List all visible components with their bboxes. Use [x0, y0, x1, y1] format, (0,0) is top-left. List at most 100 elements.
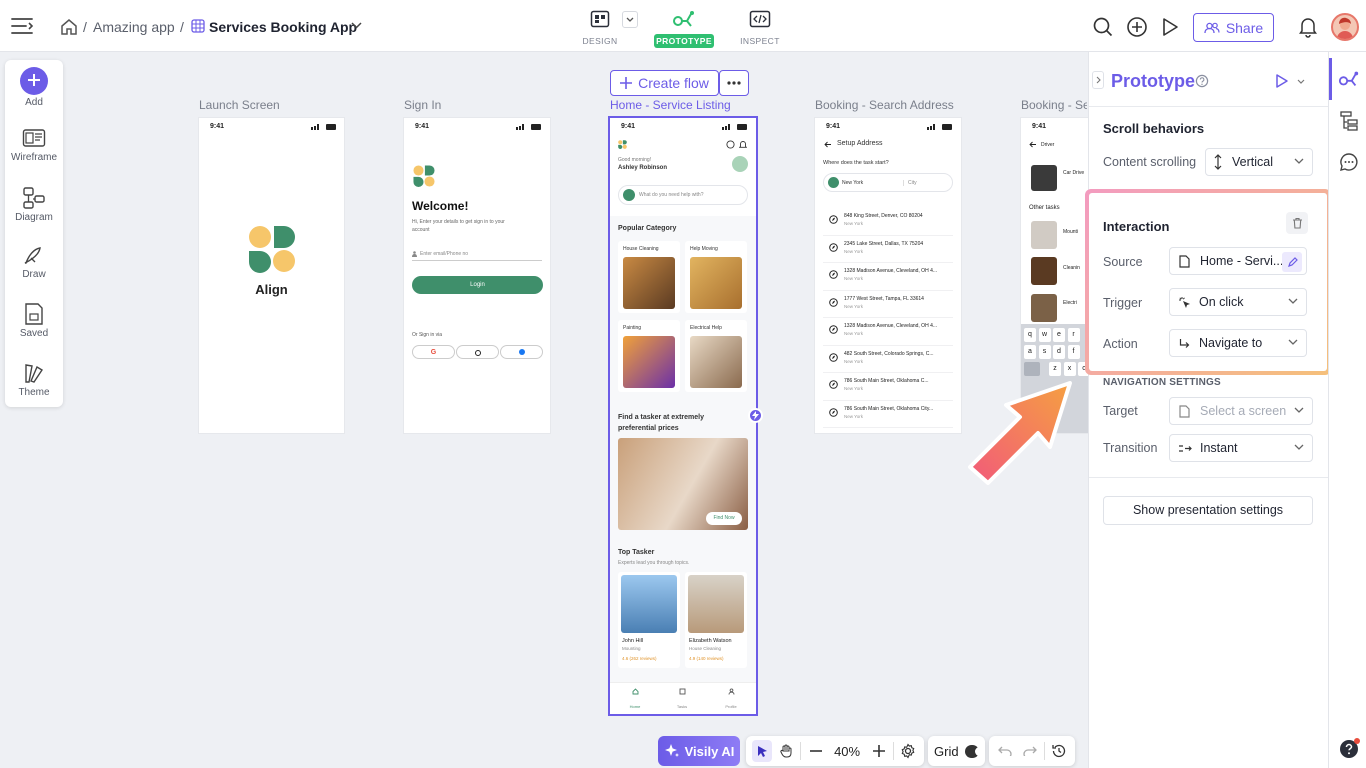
- frame-sign-in[interactable]: 9:41 Welcome! Hi, Enter your details to …: [404, 118, 550, 433]
- keyboard-key[interactable]: a: [1024, 345, 1036, 359]
- trash-icon[interactable]: [1286, 212, 1308, 234]
- frame-launch-screen[interactable]: 9:41 Align: [199, 118, 344, 433]
- hand-icon[interactable]: [776, 740, 796, 762]
- saved-tool[interactable]: Saved: [5, 302, 63, 339]
- zoom-level[interactable]: 40%: [830, 744, 865, 759]
- keyboard-key[interactable]: e: [1053, 328, 1065, 342]
- help-icon[interactable]: [1195, 74, 1209, 88]
- diagram-tool[interactable]: Diagram: [5, 186, 63, 223]
- address-item[interactable]: 1328 Madison Avenue, Cleveland, OH 4... N…: [823, 263, 953, 291]
- keyboard-key[interactable]: q: [1024, 328, 1036, 342]
- keyboard-key[interactable]: r: [1067, 328, 1080, 342]
- nav-profile[interactable]: Profile: [724, 688, 738, 713]
- comment-icon[interactable]: [1339, 152, 1359, 172]
- avatar[interactable]: [1331, 13, 1359, 41]
- login-button[interactable]: Login: [412, 276, 543, 294]
- action-select[interactable]: Navigate to: [1169, 329, 1307, 357]
- category-card[interactable]: House Cleaning: [618, 241, 680, 313]
- bell-icon[interactable]: [1296, 15, 1320, 39]
- breadcrumb-project[interactable]: Amazing app: [93, 19, 175, 35]
- address-item[interactable]: 786 South Main Street, Oklahoma C... New …: [823, 373, 953, 401]
- flash-icon[interactable]: [748, 408, 763, 423]
- theme-tool[interactable]: Theme: [5, 361, 63, 398]
- avatar[interactable]: [732, 156, 748, 172]
- zoom-in-icon[interactable]: [869, 740, 889, 762]
- content-scrolling-select[interactable]: Vertical: [1205, 148, 1313, 176]
- find-now-button[interactable]: Find Now: [706, 512, 742, 525]
- wireframe-tool[interactable]: Wireframe: [5, 128, 63, 163]
- breadcrumb-file[interactable]: Services Booking App: [209, 19, 357, 35]
- frame-label-signin[interactable]: Sign In: [404, 98, 441, 112]
- grid-toggle[interactable]: Grid: [928, 736, 985, 766]
- collapse-panel-icon[interactable]: [1092, 71, 1104, 89]
- bell-icon[interactable]: [739, 140, 747, 149]
- city-search-input[interactable]: New York City: [823, 173, 953, 192]
- address-item[interactable]: 482 South Street, Colorado Springs, C...…: [823, 346, 953, 373]
- category-card[interactable]: Painting: [618, 320, 680, 392]
- more-options-icon[interactable]: [719, 70, 749, 96]
- edit-pencil-icon[interactable]: [1282, 252, 1302, 272]
- address-item[interactable]: 848 King Street, Denver, CO 80204 New Yor…: [823, 208, 953, 236]
- keyboard-key[interactable]: z: [1049, 362, 1061, 376]
- frame-label-home[interactable]: Home - Service Listing: [610, 98, 731, 112]
- design-dropdown-icon[interactable]: [622, 11, 638, 28]
- home-icon[interactable]: [60, 18, 78, 35]
- keyboard-key[interactable]: w: [1038, 328, 1051, 342]
- frame-label-address[interactable]: Booking - Search Address: [815, 98, 954, 112]
- share-button[interactable]: Share: [1193, 13, 1274, 42]
- target-select[interactable]: Select a screen: [1169, 397, 1313, 425]
- email-field[interactable]: Enter email/Phone no: [412, 247, 542, 261]
- grid-switch[interactable]: [964, 744, 984, 758]
- trigger-select[interactable]: On click: [1169, 288, 1307, 316]
- back-arrow-icon[interactable]: [824, 141, 832, 148]
- layers-icon[interactable]: [1340, 111, 1358, 131]
- google-sign-in-button[interactable]: G: [412, 345, 455, 359]
- chevron-down-icon[interactable]: [351, 22, 362, 30]
- frame-home-service-listing[interactable]: 9:41 Good morning! Ashley Robinson What …: [610, 118, 756, 714]
- address-item[interactable]: 786 South Main Street, Oklahoma City... N…: [823, 401, 953, 428]
- chat-icon[interactable]: [726, 140, 735, 149]
- pointer-icon[interactable]: [752, 740, 773, 762]
- keyboard-key[interactable]: s: [1038, 345, 1051, 359]
- menu-icon[interactable]: [10, 14, 34, 38]
- create-flow-button[interactable]: Create flow: [610, 70, 719, 96]
- frame-booking-search-address[interactable]: 9:41 Setup Address Where does the task s…: [815, 118, 961, 433]
- category-card[interactable]: Help Moving: [685, 241, 747, 313]
- play-icon[interactable]: [1158, 15, 1182, 39]
- keyboard-key[interactable]: f: [1067, 345, 1080, 359]
- keyboard-key[interactable]: x: [1063, 362, 1076, 376]
- add-circle-icon[interactable]: [1125, 15, 1149, 39]
- shift-key-icon[interactable]: [1024, 362, 1040, 376]
- design-mode-button[interactable]: [587, 8, 613, 30]
- back-arrow-icon[interactable]: [1029, 141, 1037, 148]
- tasker-card[interactable]: Elizabeth Watson House Cleaning 4.9 (140…: [685, 572, 747, 668]
- nav-tasks[interactable]: Tasks: [675, 688, 689, 713]
- draw-tool[interactable]: Draw: [5, 245, 63, 280]
- prototype-panel-icon[interactable]: [1338, 69, 1360, 89]
- source-select[interactable]: Home - Servi...: [1169, 247, 1307, 275]
- settings-icon[interactable]: [898, 740, 918, 762]
- history-icon[interactable]: [1049, 740, 1069, 762]
- keyboard-key[interactable]: d: [1053, 345, 1065, 359]
- help-chat-icon[interactable]: [1339, 737, 1361, 759]
- frame-label-booking[interactable]: Booking - Se: [1021, 98, 1087, 112]
- nav-home[interactable]: Home: [628, 688, 642, 713]
- address-item[interactable]: 2345 Lake Street, Dallas, TX 75204 New Yo…: [823, 236, 953, 263]
- prototype-mode-button[interactable]: [671, 8, 697, 30]
- category-card[interactable]: Electrical Help: [685, 320, 747, 392]
- redo-icon[interactable]: [1019, 740, 1039, 762]
- zoom-out-icon[interactable]: [805, 740, 825, 762]
- preview-play-button[interactable]: [1271, 69, 1313, 93]
- apple-sign-in-button[interactable]: [456, 345, 499, 359]
- add-tool[interactable]: Add: [5, 67, 63, 108]
- prototype-mode-label[interactable]: PROTOTYPE: [654, 34, 714, 48]
- address-item[interactable]: 1328 Madison Avenue, Cleveland, OH 4... N…: [823, 318, 953, 346]
- address-item[interactable]: 1777 West Street, Tampa, FL 33614 New Yor…: [823, 291, 953, 318]
- transition-select[interactable]: Instant: [1169, 434, 1313, 462]
- inspect-mode-button[interactable]: [747, 8, 773, 30]
- facebook-sign-in-button[interactable]: [500, 345, 543, 359]
- frame-label-launch[interactable]: Launch Screen: [199, 98, 280, 112]
- search-input[interactable]: What do you need help with?: [618, 185, 748, 205]
- search-icon[interactable]: [1091, 15, 1115, 39]
- show-presentation-settings-button[interactable]: Show presentation settings: [1103, 496, 1313, 525]
